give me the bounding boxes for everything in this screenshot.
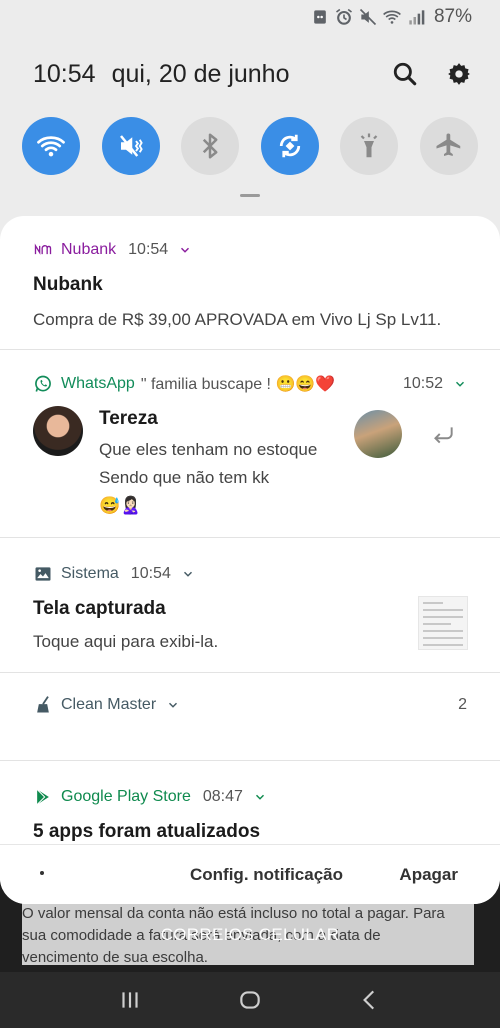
notification-nubank[interactable]: Nubank 10:54 Nubank Compra de R$ 39,00 A… xyxy=(0,216,500,350)
toggle-wifi[interactable] xyxy=(22,117,80,175)
sender-name: Tereza xyxy=(99,408,158,429)
screenshot-thumbnail[interactable] xyxy=(418,596,468,650)
app-name: Sistema xyxy=(61,565,119,582)
panel-drag-handle[interactable] xyxy=(240,194,260,197)
message-line: Sendo que não tem kk xyxy=(99,468,270,487)
notification-time: 10:52 xyxy=(402,375,443,392)
notification-time: 10:54 xyxy=(128,241,169,258)
notification-time: 10:54 xyxy=(130,565,171,582)
flashlight-icon xyxy=(361,133,378,158)
group-avatar xyxy=(354,410,402,458)
date[interactable]: qui, 20 de junho xyxy=(112,60,290,89)
notification-sistema[interactable]: Sistema 10:54 Tela capturada Toque aqui … xyxy=(0,538,500,673)
app-name: Clean Master xyxy=(61,696,157,713)
notification-whatsapp[interactable]: WhatsApp " familia buscape ! 😬😄❤️ 10:52 … xyxy=(0,350,500,538)
clock: 10:54 xyxy=(33,59,96,88)
bluetooth-icon xyxy=(203,133,218,159)
clear-all-button[interactable]: Apagar xyxy=(399,865,458,885)
chevron-down-icon[interactable] xyxy=(166,698,180,712)
search-icon[interactable] xyxy=(392,61,418,87)
nubank-icon xyxy=(33,240,53,260)
notification-clean-master[interactable]: Clean Master 2 xyxy=(0,673,500,761)
toggle-sound[interactable] xyxy=(101,117,160,175)
notification-time: 08:47 xyxy=(202,788,243,805)
chevron-down-icon[interactable] xyxy=(181,567,195,581)
alarm-icon xyxy=(335,8,352,25)
toggle-airplane[interactable] xyxy=(419,117,478,175)
message-line: 😅🙎🏻‍♀️ xyxy=(99,496,142,515)
group-name: " familia buscape ! 😬😄❤️ xyxy=(140,376,336,393)
background-text-line: vencimento de sua escolha. xyxy=(22,949,208,965)
home-icon[interactable] xyxy=(237,987,263,1013)
notification-title: Tela capturada xyxy=(33,598,166,619)
app-name: Google Play Store xyxy=(61,788,191,805)
reply-icon[interactable] xyxy=(430,422,456,448)
chevron-down-icon[interactable] xyxy=(178,243,192,257)
airplane-icon xyxy=(436,133,461,156)
battery-level: 87% xyxy=(433,6,472,27)
chevron-down-icon[interactable] xyxy=(453,377,467,391)
message-line: Que eles tenham no estoque xyxy=(99,440,318,459)
background-text-line: O valor mensal da conta não está incluso… xyxy=(22,905,445,922)
notification-title: 5 apps foram atualizados xyxy=(33,821,261,842)
app-name: WhatsApp xyxy=(61,375,135,392)
toggle-bluetooth[interactable] xyxy=(181,117,240,175)
notification-settings-button[interactable]: Config. notificação xyxy=(190,865,343,885)
whatsapp-icon xyxy=(33,374,53,394)
notification-title: Nubank xyxy=(33,274,103,295)
wifi-icon xyxy=(383,10,401,24)
status-bar: 87% xyxy=(0,0,500,34)
notification-count: 2 xyxy=(458,696,467,713)
quick-panel-header: 10:54 qui, 20 de junho xyxy=(33,54,472,94)
wifi-icon xyxy=(37,136,65,157)
broom-icon xyxy=(33,695,53,715)
quick-toggles xyxy=(22,117,478,175)
play-store-icon xyxy=(33,787,53,807)
notification-body: Toque aqui para exibi-la. xyxy=(33,632,219,651)
notification-panel: Nubank 10:54 Nubank Compra de R$ 39,00 A… xyxy=(0,216,500,904)
toggle-flashlight[interactable] xyxy=(340,117,399,175)
vibrate-mute-icon xyxy=(119,135,143,157)
signal-icon xyxy=(409,10,425,25)
navigation-bar xyxy=(0,972,500,1028)
notification-actions: Config. notificação Apagar xyxy=(0,844,500,904)
toggle-auto-rotate[interactable] xyxy=(260,117,319,175)
mute-icon xyxy=(359,8,377,26)
image-icon xyxy=(33,564,53,584)
app-name: Nubank xyxy=(61,241,117,258)
chevron-down-icon[interactable] xyxy=(253,790,267,804)
gear-icon[interactable] xyxy=(446,61,472,87)
avatar xyxy=(33,406,83,456)
notification-body: Compra de R$ 39,00 APROVADA em Vivo Lj S… xyxy=(33,310,442,329)
background-app-title: CORREIOS CELULAR xyxy=(160,925,340,944)
notification-play-store[interactable]: Google Play Store 08:47 5 apps foram atu… xyxy=(0,761,500,844)
recents-icon[interactable] xyxy=(117,987,143,1013)
page-indicator xyxy=(40,871,44,875)
back-icon[interactable] xyxy=(357,987,383,1013)
auto-rotate-icon xyxy=(279,134,300,158)
android-icon xyxy=(314,10,326,24)
